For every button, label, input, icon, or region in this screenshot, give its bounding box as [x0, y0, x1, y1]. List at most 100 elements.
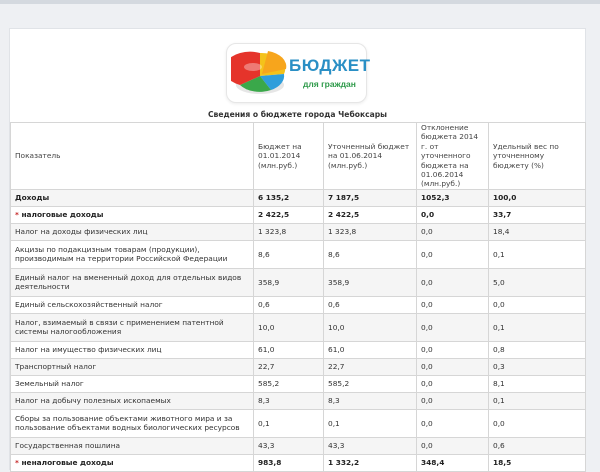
row-indicator-cell: Налог на доходы физических лиц	[10, 222, 254, 241]
budget-jun-cell: 2 422,5	[323, 205, 417, 224]
row-indicator-cell: Налог, взимаемый в связи с применением п…	[10, 312, 254, 342]
deviation-cell: 0,0	[416, 312, 489, 342]
table-row: Транспортный налог 22,7 22,7 0,0 0,3	[10, 357, 586, 376]
table-row: Единый налог на вмененный доход для отде…	[10, 267, 586, 297]
deviation-cell: 0,0	[416, 340, 489, 359]
deviation-cell: 0,0	[416, 357, 489, 376]
budget-jan-cell: 0,1	[253, 408, 324, 438]
row-indicator-cell: * неналоговые доходы	[10, 453, 254, 472]
row-indicator-cell: Доходы	[10, 188, 254, 207]
share-cell: 33,7	[488, 205, 586, 224]
budget-jun-cell: 0,1	[323, 408, 417, 438]
row-indicator-label: Земельный налог	[15, 379, 84, 389]
row-indicator-label: Доходы	[15, 193, 50, 203]
budget-jun-cell: 1 332,2	[323, 453, 417, 472]
budget-jan-cell: 6 135,2	[253, 188, 324, 207]
column-header-indicator: Показатель	[10, 122, 254, 190]
row-indicator-label: Единый налог на вмененный доход для отде…	[15, 272, 242, 292]
table-row: Сборы за пользование объектами животного…	[10, 408, 586, 438]
table-row: * налоговые доходы 2 422,5 2 422,5 0,0 33,7	[10, 205, 586, 224]
share-cell: 5,0	[488, 267, 586, 297]
budget-jun-cell: 8,6	[323, 239, 417, 269]
row-indicator-cell: Акцизы по подакцизным товарам (продукции…	[10, 239, 254, 269]
logo-title: БЮДЖЕТ	[289, 56, 371, 75]
share-cell: 0,1	[488, 239, 586, 269]
budget-jan-cell: 43,3	[253, 436, 324, 455]
table-row: Доходы 6 135,2 7 187,5 1052,3 100,0	[10, 188, 586, 207]
share-cell: 0,0	[488, 295, 586, 314]
deviation-cell: 0,0	[416, 239, 489, 269]
column-header-budget-jan: Бюджет на 01.01.2014 (млн.руб.)	[253, 122, 324, 190]
deviation-cell: 348,4	[416, 453, 489, 472]
row-indicator-label: налоговые доходы	[18, 210, 104, 220]
deviation-cell: 0,0	[416, 205, 489, 224]
budget-jan-cell: 0,6	[253, 295, 324, 314]
budget-jun-cell: 10,0	[323, 312, 417, 342]
deviation-cell: 0,0	[416, 408, 489, 438]
budget-jun-cell: 358,9	[323, 267, 417, 297]
row-indicator-label: Транспортный налог	[15, 362, 97, 372]
budget-jan-cell: 585,2	[253, 374, 324, 393]
share-cell: 0,1	[488, 312, 586, 342]
budget-jun-cell: 8,3	[323, 391, 417, 410]
budget-jan-cell: 8,3	[253, 391, 324, 410]
budget-logo: БЮДЖЕТ для граждан	[226, 43, 371, 103]
table-row: * неналоговые доходы 983,8 1 332,2 348,4 18,…	[10, 453, 586, 472]
row-indicator-label: Единый сельскохозяйственный налог	[15, 300, 163, 310]
table-header-row: Показатель Бюджет на 01.01.2014 (млн.руб…	[10, 122, 586, 190]
logo-subtitle: для граждан	[303, 79, 356, 89]
share-cell: 0,0	[488, 408, 586, 438]
budget-jan-cell: 358,9	[253, 267, 324, 297]
table-row: Государственная пошлина 43,3 43,3 0,0 0,6	[10, 436, 586, 455]
row-indicator-cell: Транспортный налог	[10, 357, 254, 376]
table-row: Налог на добычу полезных ископаемых 8,3 8,…	[10, 391, 586, 410]
budget-jun-cell: 1 323,8	[323, 222, 417, 241]
budget-jun-cell: 43,3	[323, 436, 417, 455]
top-bar	[0, 0, 600, 4]
row-indicator-cell: Государственная пошлина	[10, 436, 254, 455]
deviation-cell: 0,0	[416, 295, 489, 314]
row-indicator-label: Налог на имущество физических лиц	[15, 345, 162, 355]
budget-jun-cell: 0,6	[323, 295, 417, 314]
row-indicator-cell: Налог на имущество физических лиц	[10, 340, 254, 359]
share-cell: 0,3	[488, 357, 586, 376]
share-cell: 18,5	[488, 453, 586, 472]
budget-jun-cell: 22,7	[323, 357, 417, 376]
share-cell: 100,0	[488, 188, 586, 207]
budget-jun-cell: 61,0	[323, 340, 417, 359]
budget-jan-cell: 10,0	[253, 312, 324, 342]
column-header-deviation: Отклонение бюджета 2014 г. от уточненног…	[416, 122, 489, 190]
row-indicator-label: неналоговые доходы	[18, 458, 114, 468]
row-indicator-cell: Единый сельскохозяйственный налог	[10, 295, 254, 314]
row-indicator-cell: Налог на добычу полезных ископаемых	[10, 391, 254, 410]
share-cell: 0,8	[488, 340, 586, 359]
deviation-cell: 0,0	[416, 391, 489, 410]
pie-chart-icon	[231, 51, 287, 94]
row-indicator-cell: Единый налог на вмененный доход для отде…	[10, 267, 254, 297]
budget-jan-cell: 1 323,8	[253, 222, 324, 241]
row-indicator-label: Налог на доходы физических лиц	[15, 227, 148, 237]
table-row: Налог, взимаемый в связи с применением п…	[10, 312, 586, 342]
row-indicator-cell: Земельный налог	[10, 374, 254, 393]
column-header-share: Удельный вес по уточненному бюджету (%)	[488, 122, 586, 190]
share-cell: 0,6	[488, 436, 586, 455]
table-row: Налог на доходы физических лиц 1 323,8 1 3…	[10, 222, 586, 241]
budget-table: Показатель Бюджет на 01.01.2014 (млн.руб…	[10, 122, 586, 472]
deviation-cell: 0,0	[416, 222, 489, 241]
logo-card: БЮДЖЕТ для граждан	[226, 43, 371, 103]
table-row: Налог на имущество физических лиц 61,0 61,…	[10, 340, 586, 359]
share-cell: 0,1	[488, 391, 586, 410]
table-row: Единый сельскохозяйственный налог 0,6 0,6 0…	[10, 295, 586, 314]
table-row: Земельный налог 585,2 585,2 0,0 8,1	[10, 374, 586, 393]
row-indicator-label: Налог на добычу полезных ископаемых	[15, 396, 171, 406]
content-panel: БЮДЖЕТ для граждан Сведения о бюджете го…	[9, 28, 586, 472]
budget-jan-cell: 22,7	[253, 357, 324, 376]
budget-jun-cell: 585,2	[323, 374, 417, 393]
budget-jan-cell: 8,6	[253, 239, 324, 269]
row-indicator-cell: * налоговые доходы	[10, 205, 254, 224]
row-indicator-cell: Сборы за пользование объектами животного…	[10, 408, 254, 438]
row-indicator-label: Налог, взимаемый в связи с применением п…	[15, 317, 224, 337]
budget-jan-cell: 983,8	[253, 453, 324, 472]
deviation-cell: 0,0	[416, 436, 489, 455]
row-indicator-label: Государственная пошлина	[15, 441, 121, 451]
